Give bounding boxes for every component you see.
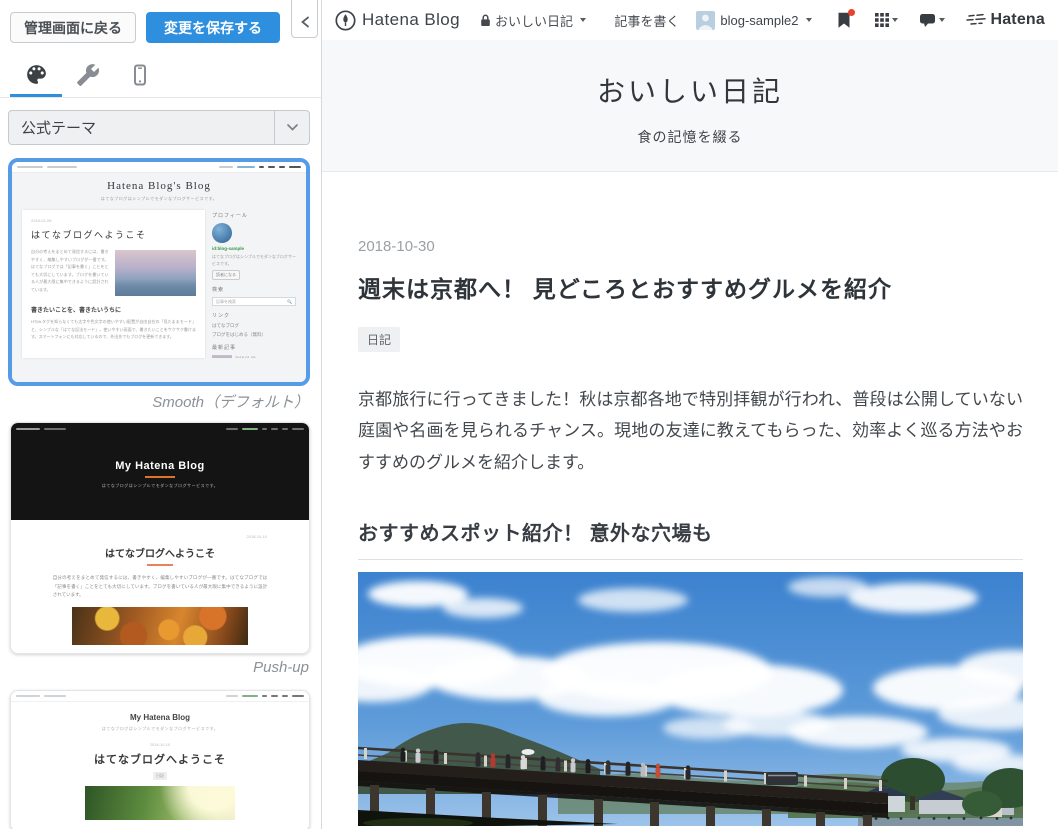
blog-preview: Hatena Blog おいしい日記 記事を書く blog-sample2	[322, 0, 1058, 829]
mini-section-title: 書きたいことを、書きたいうちに	[31, 305, 196, 314]
theme-thumbnail-third[interactable]: My Hatena Blog はてなブログはシンプルでモダンなブログサービスです…	[10, 690, 310, 829]
mini-river-photo	[85, 786, 235, 820]
hatena-portal-logo[interactable]: Hatena	[965, 11, 1045, 29]
current-blog-name: おいしい日記	[495, 11, 573, 30]
theme-thumbnail-smooth[interactable]: Hatena Blog's Blog はてなブログはシンプルでモダンなブログサー…	[8, 158, 310, 386]
hatena-blog-logo[interactable]: Hatena Blog	[335, 10, 460, 31]
blog-subtitle: 食の記憶を綴る	[322, 127, 1058, 147]
theme-caption-pushup: Push-up	[8, 659, 309, 677]
back-to-admin-button[interactable]: 管理画面に戻る	[10, 12, 136, 43]
caret-down-icon	[580, 18, 586, 22]
mini-blog-title: Hatena Blog's Blog	[12, 180, 306, 192]
entry-body: 京都旅行に行ってきました！秋は京都各地で特別拝観が行われ、普段は公開していない庭…	[358, 384, 1023, 478]
mini-post-date: 2018-10-10	[11, 742, 309, 747]
togetsukyo-bridge-photo	[358, 572, 1023, 826]
mini-post-body: 自分の考えをまとめて発信するには、書きやすく、編集しやすいブログが一番です。はて…	[53, 574, 268, 600]
entry-section-heading: おすすめスポット紹介！ 意外な穴場も	[358, 517, 1023, 560]
caret-down-icon	[939, 18, 945, 22]
entry-title[interactable]: 週末は京都へ！ 見どころとおすすめグルメを紹介	[358, 270, 1023, 304]
blog-title[interactable]: おいしい日記	[322, 40, 1058, 110]
mini-post-body: 自分の考えをまとめて発信するには、書きやすく、編集しやすいブログが一番です。はて…	[31, 248, 109, 296]
avatar	[696, 11, 715, 30]
design-sidebar: 管理画面に戻る 変更を保存する 公式テーマ	[0, 0, 322, 829]
caret-down-icon	[806, 18, 812, 22]
blog-entry: 2018-10-30 週末は京都へ！ 見どころとおすすめグルメを紹介 日記 京都…	[358, 238, 1023, 826]
entry-date[interactable]: 2018-10-30	[358, 238, 1023, 255]
mini-post-title: はてなブログへようこそ	[11, 545, 309, 560]
hatena-text: Hatena	[990, 11, 1045, 29]
tab-theme[interactable]	[10, 55, 62, 97]
palette-icon	[24, 62, 49, 87]
sidebar-actions: 管理画面に戻る 変更を保存する	[0, 0, 321, 43]
chevron-left-icon	[300, 16, 310, 28]
mini-post-tag: 日記	[153, 772, 167, 780]
theme-thumbnail-pushup[interactable]: My Hatena Blog はてなブログはシンプルでモダンなブログサービスです…	[10, 422, 310, 654]
mini-post-date: 2018-10-10	[11, 520, 309, 539]
speech-balloon-icon	[919, 13, 936, 28]
mini-links-heading: リンク	[212, 312, 296, 319]
mini-blog-subtitle: はてなブログはシンプルでモダンなブログサービスです。	[11, 483, 309, 489]
wrench-icon	[76, 63, 100, 87]
write-post-link[interactable]: 記事を書く	[614, 11, 679, 30]
mini-sunset-photo	[115, 250, 196, 296]
mini-post-title: はてなブログへようこそ	[11, 751, 309, 767]
design-tabs	[0, 55, 321, 98]
smooth-preview: Hatena Blog's Blog はてなブログはシンプルでモダンなブログサー…	[12, 162, 306, 382]
mini-section-body: HTMLタグを知らなくても太字や色文字の使いやすい配置が自由自在の「見たままモー…	[31, 318, 196, 341]
tab-customize[interactable]	[62, 55, 114, 97]
caret-down-icon	[892, 18, 898, 22]
smartphone-icon	[128, 63, 152, 87]
mini-autumn-photo	[72, 607, 248, 645]
mini-post-title: はてなブログへようこそ	[31, 228, 196, 241]
username: blog-sample2	[720, 13, 798, 28]
apps-menu[interactable]	[875, 13, 898, 27]
theme-list: Hatena Blog's Blog はてなブログはシンプルでモダンなブログサー…	[0, 158, 321, 829]
logo-text: Hatena Blog	[362, 10, 460, 30]
mini-link-2: ブログをはじめる（無料）	[212, 332, 296, 338]
hatena-blog-design-page: 管理画面に戻る 変更を保存する 公式テーマ	[0, 0, 1058, 829]
theme-category-value: 公式テーマ	[21, 117, 96, 138]
mini-recent-heading: 最新記事	[212, 344, 296, 351]
collapse-sidebar-button[interactable]	[291, 0, 318, 38]
mini-follow-button: 読者になる	[212, 270, 240, 280]
save-changes-button[interactable]: 変更を保存する	[146, 12, 280, 43]
orange-underline	[145, 476, 175, 478]
notification-dot	[848, 9, 855, 16]
mini-blog-title: My Hatena Blog	[11, 713, 309, 722]
mini-search-heading: 検索	[212, 286, 296, 293]
tab-smartphone[interactable]	[114, 55, 166, 97]
mini-post-date: 2018-01-08	[31, 218, 196, 223]
messages-menu[interactable]	[919, 13, 945, 28]
preview-navbar: Hatena Blog おいしい日記 記事を書く blog-sample2	[322, 0, 1058, 40]
pushup-preview: My Hatena Blog はてなブログはシンプルでモダンなブログサービスです…	[11, 423, 309, 653]
hatena-mark-icon	[965, 12, 987, 28]
grid-icon	[875, 13, 889, 27]
mini-side-id: id:blog-sample	[212, 246, 296, 251]
mini-side-profile: プロフィール	[212, 212, 296, 219]
category-tag[interactable]: 日記	[358, 327, 400, 352]
chevron-down-icon	[274, 111, 309, 144]
mini-search-box: 記事を検索🔍	[212, 297, 296, 306]
theme-caption-smooth: Smooth（デフォルト）	[8, 391, 309, 409]
mini-blog-title: My Hatena Blog	[11, 460, 309, 472]
mini-recent-thumb	[212, 355, 232, 358]
mini-blog-subtitle: はてなブログはシンプルでモダンなブログサービスです。	[12, 196, 306, 202]
orange-underline	[147, 564, 173, 566]
mini-navbar	[12, 162, 306, 173]
lock-icon	[480, 14, 491, 27]
bookmark-menu[interactable]	[837, 12, 851, 29]
mini-side-desc: はてなブログはシンプルでモダンなブログサービスです。	[212, 253, 296, 267]
mini-link-1: はてなブログ	[212, 323, 296, 329]
mini-avatar	[212, 223, 232, 243]
blog-header: おいしい日記 食の記憶を綴る	[322, 40, 1058, 172]
pen-circle-icon	[335, 10, 356, 31]
theme-category-select[interactable]: 公式テーマ	[8, 110, 310, 145]
mini-blog-subtitle: はてなブログはシンプルでモダンなブログサービスです。	[11, 726, 309, 732]
account-menu[interactable]: blog-sample2	[696, 11, 812, 30]
blog-switcher[interactable]: おいしい日記	[480, 11, 586, 30]
third-preview: My Hatena Blog はてなブログはシンプルでモダンなブログサービスです…	[11, 691, 309, 829]
